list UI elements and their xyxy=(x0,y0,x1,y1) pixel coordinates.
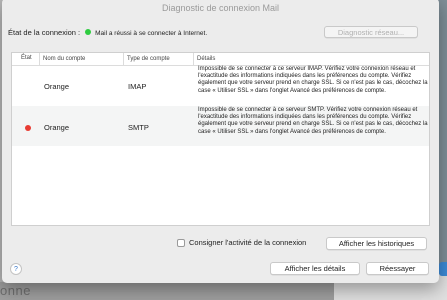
background-partial-text: onne xyxy=(0,283,31,298)
status-ok-icon xyxy=(85,29,92,35)
column-header-details[interactable]: Détails xyxy=(193,53,215,65)
show-logs-button[interactable]: Afficher les historiques xyxy=(326,237,427,250)
account-name: Orange xyxy=(44,82,70,91)
account-details: Impossible de se connecter à ce serveur … xyxy=(198,66,428,94)
connection-status: État de la connexion : Mail a réussi à se… xyxy=(8,28,207,39)
connection-doctor-window: Diagnostic de connexion Mail État de la … xyxy=(2,0,439,283)
column-header-type[interactable]: Type de compte xyxy=(123,53,170,65)
account-name: Orange xyxy=(44,123,70,132)
error-status-icon xyxy=(25,125,31,131)
log-activity-checkbox[interactable] xyxy=(177,239,185,247)
question-mark-icon[interactable]: ? xyxy=(10,263,22,275)
log-activity-label[interactable]: Consigner l'activité de la connexion xyxy=(189,238,306,247)
column-header-account[interactable]: Nom du compte xyxy=(39,53,85,65)
background-badge xyxy=(439,262,447,276)
accounts-table: État Nom du compte Type de compte Détail… xyxy=(11,52,430,226)
show-details-button[interactable]: Afficher les détails xyxy=(270,262,360,275)
table-row[interactable]: Orange IMAP Impossible de se connecter à… xyxy=(12,65,429,105)
account-type: SMTP xyxy=(128,123,149,132)
window-title: Diagnostic de connexion Mail xyxy=(161,3,280,13)
network-diagnostics-button[interactable]: Diagnostic réseau... xyxy=(324,26,418,38)
connection-status-label: État de la connexion : xyxy=(8,28,81,37)
table-row[interactable]: Orange SMTP Impossible de se connecter à… xyxy=(12,106,429,146)
retry-button[interactable]: Réessayer xyxy=(366,262,429,275)
column-header-state[interactable]: État xyxy=(21,55,32,61)
connection-status-text: Mail a réussi à se connecter à Internet. xyxy=(95,30,208,37)
account-type: IMAP xyxy=(128,82,147,91)
account-details: Impossible de se connecter à ce serveur … xyxy=(198,107,428,135)
